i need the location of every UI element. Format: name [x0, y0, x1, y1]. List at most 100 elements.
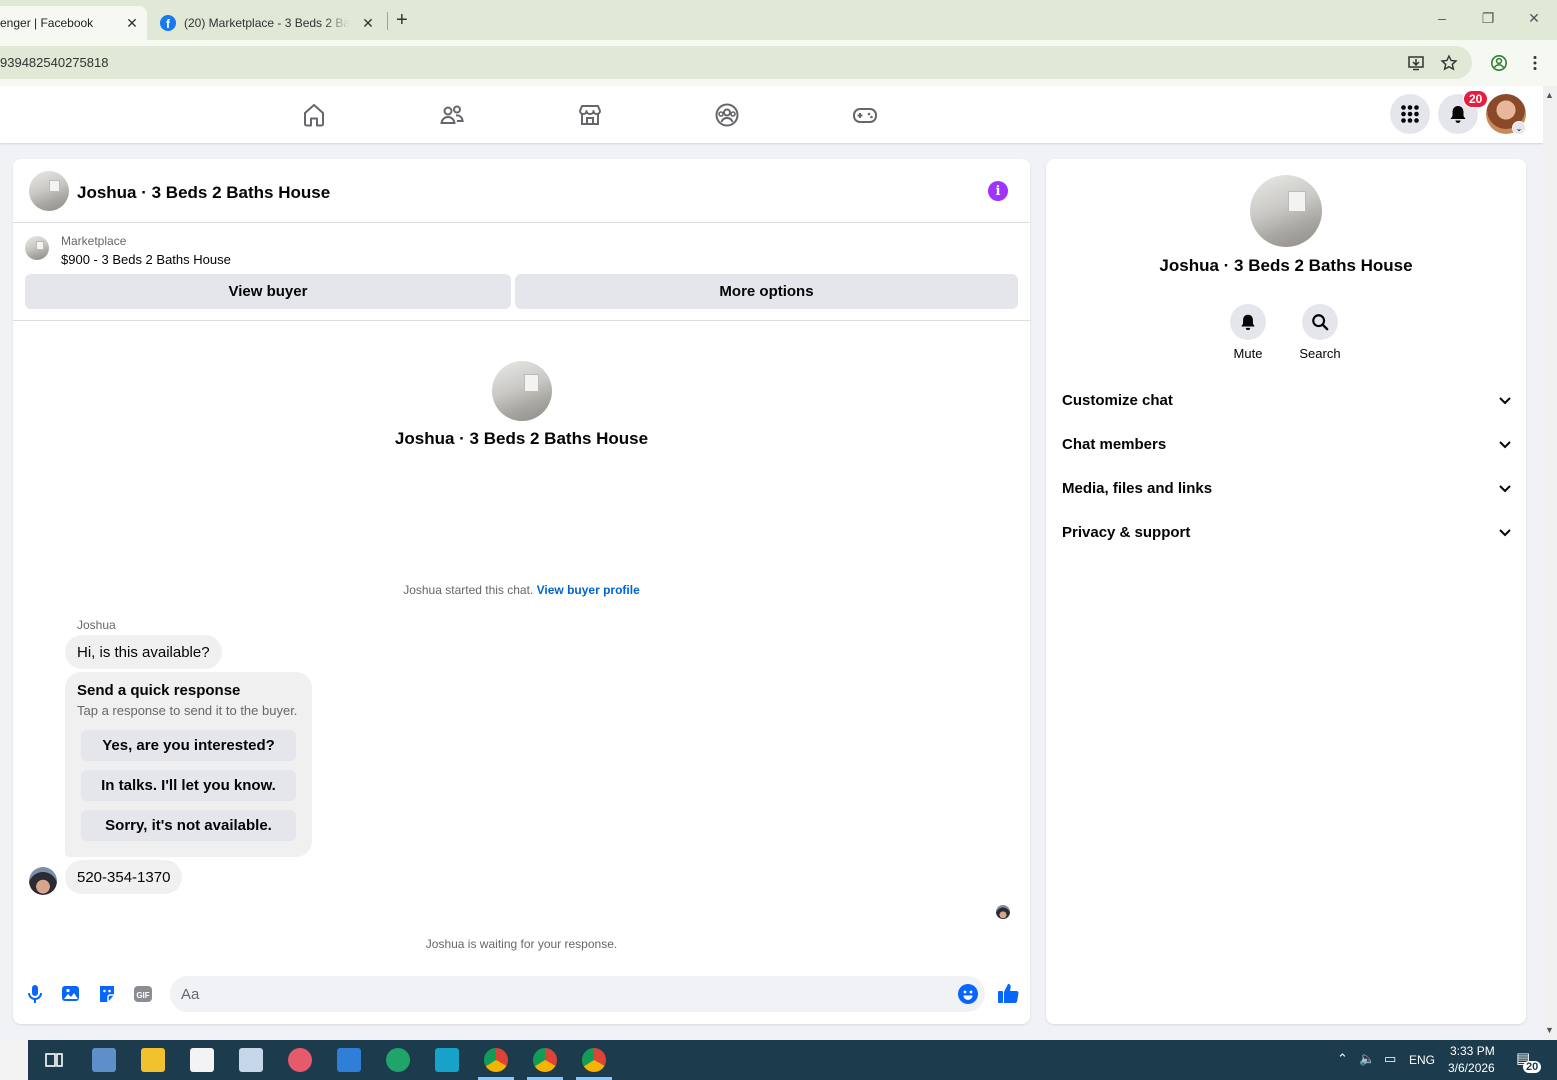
install-app-icon[interactable] [1407, 54, 1425, 72]
waiting-notice: Joshua is waiting for your response. [425, 937, 618, 951]
quick-response-option[interactable]: Sorry, it's not available. [81, 810, 296, 841]
scroll-up-arrow-icon[interactable]: ▲ [1545, 90, 1554, 100]
view-buyer-profile-link[interactable]: View buyer profile [537, 583, 640, 597]
language-indicator[interactable]: ENG [1409, 1053, 1435, 1067]
customize-chat-section[interactable]: Customize chat [1062, 378, 1512, 422]
restore-button[interactable]: ❐ [1478, 10, 1498, 27]
browser-menu-icon[interactable] [1526, 54, 1544, 72]
chat-panel: Joshua · 3 Beds 2 Baths House i Marketpl… [13, 159, 1030, 1024]
quick-response-option[interactable]: In talks. I'll let you know. [81, 770, 296, 801]
tray-chevron-up-icon[interactable]: ⌃ [1337, 1051, 1348, 1067]
gif-icon[interactable]: GIF [133, 983, 153, 1005]
tab-title: (20) Marketplace - 3 Beds 2 Baths House [184, 16, 349, 30]
details-avatar [1250, 175, 1322, 247]
tab-separator [387, 12, 388, 30]
gaming-icon[interactable] [852, 102, 878, 128]
chrome-icon[interactable] [582, 1048, 606, 1072]
sticker-icon[interactable] [97, 983, 117, 1005]
quick-response-subtitle: Tap a response to send it to the buyer. [77, 703, 298, 718]
search-circle[interactable] [1302, 304, 1338, 340]
chevron-down-icon [1499, 441, 1511, 449]
mail-icon[interactable] [337, 1048, 361, 1072]
windows-taskbar: ⌃ 🔈 ▭ ENG 3:33 PM 3/6/2026 ▤ 20 [0, 1040, 1557, 1080]
photo-icon[interactable] [61, 983, 81, 1005]
marketplace-icon[interactable] [577, 102, 603, 128]
intro-avatar [492, 361, 552, 421]
info-icon[interactable]: i [988, 181, 1008, 201]
details-chat-name: Joshua · 3 Beds 2 Baths House [1159, 256, 1413, 275]
sender-name: Joshua [77, 618, 116, 632]
emoji-icon[interactable] [958, 984, 978, 1004]
bookmark-star-icon[interactable] [1440, 54, 1458, 72]
tab-marketplace[interactable]: f (20) Marketplace - 3 Beds 2 Baths Hous… [150, 6, 385, 40]
bell-icon [1241, 314, 1255, 331]
document-app-icon[interactable] [239, 1048, 263, 1072]
more-options-button[interactable]: More options [515, 274, 1018, 309]
listing-price-title[interactable]: $900 - 3 Beds 2 Baths House [61, 252, 231, 267]
listing-banner: Marketplace $900 - 3 Beds 2 Baths House … [13, 223, 1030, 321]
menu-grid-button[interactable] [1390, 94, 1430, 134]
file-explorer-icon[interactable] [141, 1048, 165, 1072]
friends-icon[interactable] [439, 102, 465, 128]
close-icon[interactable]: ✕ [124, 15, 140, 32]
chevron-down-icon [1499, 529, 1511, 537]
settings-app-icon[interactable] [92, 1048, 116, 1072]
url-text: 939482540275818 [0, 55, 109, 70]
like-thumb-icon[interactable] [996, 981, 1020, 1005]
edge-browser-icon[interactable] [386, 1048, 410, 1072]
chevron-down-icon[interactable]: ⌄ [1512, 121, 1526, 135]
section-label: Customize chat [1062, 391, 1173, 409]
groups-icon[interactable] [714, 102, 740, 128]
message-bubble[interactable]: Hi, is this available? [65, 635, 222, 669]
home-icon[interactable] [301, 102, 327, 128]
chrome-icon[interactable] [484, 1048, 508, 1072]
search-label: Search [1299, 346, 1341, 361]
chat-started-notice: Joshua started this chat. View buyer pro… [13, 583, 1030, 597]
chevron-down-icon [1499, 397, 1511, 405]
chat-members-section[interactable]: Chat members [1062, 422, 1512, 466]
listing-source: Marketplace [61, 234, 127, 248]
tab-messenger[interactable]: enger | Facebook ✕ [0, 6, 147, 40]
url-field[interactable]: 939482540275818 [0, 46, 1472, 79]
volume-icon[interactable]: 🔈 [1359, 1051, 1375, 1067]
clock-date[interactable]: 3/6/2026 [1448, 1061, 1495, 1075]
privacy-support-section[interactable]: Privacy & support [1062, 510, 1512, 554]
page-scrollbar[interactable] [1543, 86, 1557, 1040]
listing-thumbnail[interactable] [25, 236, 49, 260]
quick-response-card: Send a quick response Tap a response to … [65, 672, 312, 857]
network-icon[interactable]: ▭ [1384, 1051, 1396, 1067]
view-buyer-button[interactable]: View buyer [25, 274, 511, 309]
search-icon [1312, 314, 1329, 331]
section-label: Media, files and links [1062, 479, 1213, 497]
message-input[interactable] [170, 976, 985, 1012]
chrome-icon[interactable] [533, 1048, 557, 1072]
minimize-button[interactable]: – [1432, 10, 1452, 26]
facebook-favicon-icon: f [160, 15, 176, 31]
mute-label: Mute [1233, 346, 1263, 361]
svg-text:GIF: GIF [136, 991, 149, 1000]
clock-time[interactable]: 3:33 PM [1450, 1044, 1495, 1058]
chat-title[interactable]: Joshua · 3 Beds 2 Baths House [77, 183, 330, 203]
scroll-down-arrow-icon[interactable]: ▼ [1545, 1025, 1554, 1035]
close-icon[interactable]: ✕ [360, 15, 376, 32]
mute-circle[interactable] [1230, 304, 1266, 340]
quick-response-option[interactable]: Yes, are you interested? [81, 730, 296, 761]
media-files-links-section[interactable]: Media, files and links [1062, 466, 1512, 510]
notification-count-badge: 20 [1523, 1061, 1542, 1073]
chat-avatar[interactable] [29, 171, 69, 211]
started-text: Joshua started this chat. [403, 583, 534, 597]
buyer-avatar[interactable] [29, 867, 57, 895]
start-area[interactable] [0, 1040, 28, 1080]
paint-app-icon[interactable] [288, 1048, 312, 1072]
new-tab-button[interactable]: + [396, 10, 408, 30]
search-button[interactable]: Search [1280, 304, 1360, 361]
task-view-icon[interactable] [42, 1048, 66, 1072]
profile-icon[interactable] [1490, 54, 1508, 72]
app-s-icon[interactable] [435, 1048, 459, 1072]
mute-button[interactable]: Mute [1208, 304, 1288, 361]
notification-badge: 20 [1463, 90, 1489, 108]
message-bubble[interactable]: 520-354-1370 [65, 860, 183, 894]
microphone-icon[interactable] [25, 983, 45, 1005]
store-icon[interactable] [190, 1048, 214, 1072]
window-close-button[interactable]: ✕ [1524, 10, 1544, 27]
